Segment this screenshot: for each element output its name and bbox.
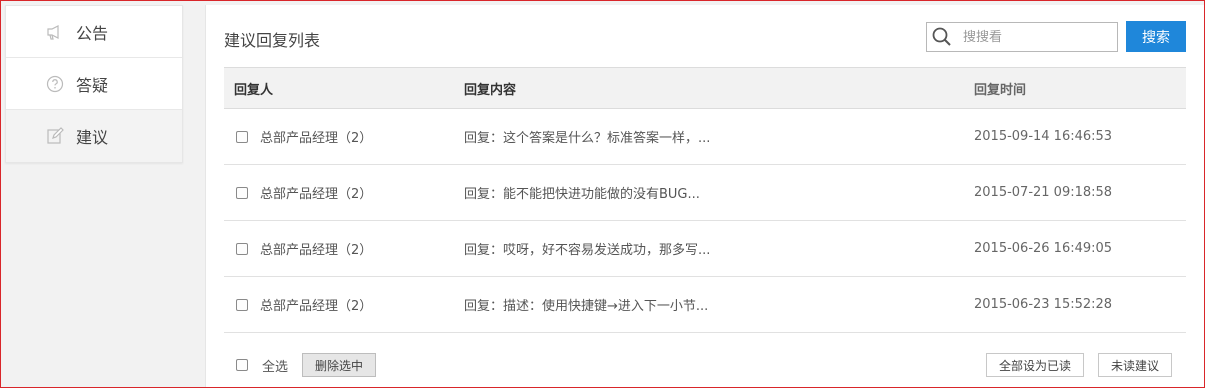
row-checkbox[interactable] xyxy=(236,298,248,311)
question-circle-icon xyxy=(46,75,64,93)
row-content[interactable]: 回复：哎呀，好不容易发送成功，那多写... xyxy=(464,239,974,258)
row-checkbox[interactable] xyxy=(236,130,248,143)
column-header-user: 回复人 xyxy=(234,82,274,98)
page-title: 建议回复列表 xyxy=(224,31,321,50)
table-row[interactable]: 总部产品经理（2） 回复：哎呀，好不容易发送成功，那多写... 2015-06-… xyxy=(224,221,1186,277)
main-panel: 建议回复列表 搜索 回复人 回复内容 回复时间 总部产品经理（2） 回复：这个答… xyxy=(205,5,1204,388)
column-header-content: 回复内容 xyxy=(464,82,517,98)
unread-suggestions-button[interactable]: 未读建议 xyxy=(1097,353,1172,377)
megaphone-icon xyxy=(46,23,64,41)
table-footer: 全选 删除选中 全部设为已读 未读建议 xyxy=(224,352,1186,378)
row-user: 总部产品经理（2） xyxy=(260,299,373,314)
footer-actions: 全部设为已读 未读建议 xyxy=(985,353,1172,377)
sidebar-item-suggestion[interactable]: 建议 xyxy=(6,110,182,162)
row-content[interactable]: 回复：能不能把快进功能做的没有BUG... xyxy=(464,183,974,202)
row-time: 2015-06-23 15:52:28 xyxy=(974,297,1113,312)
row-content[interactable]: 回复：描述：使用快捷键→进入下一小节... xyxy=(464,295,974,314)
sidebar-item-announcement[interactable]: 公告 xyxy=(6,6,182,58)
row-checkbox[interactable] xyxy=(236,186,248,199)
row-time: 2015-06-26 16:49:05 xyxy=(974,241,1113,256)
row-user: 总部产品经理（2） xyxy=(260,187,373,202)
table-row[interactable]: 总部产品经理（2） 回复：能不能把快进功能做的没有BUG... 2015-07-… xyxy=(224,165,1186,221)
select-all-label: 全选 xyxy=(262,359,289,375)
table-row[interactable]: 总部产品经理（2） 回复：这个答案是什么？标准答案一样，... 2015-09-… xyxy=(224,109,1186,165)
edit-icon xyxy=(46,127,64,145)
sidebar-item-label: 公告 xyxy=(76,23,109,43)
delete-selected-button[interactable]: 删除选中 xyxy=(302,353,377,377)
mark-all-read-button[interactable]: 全部设为已读 xyxy=(985,353,1084,377)
table-row[interactable]: 总部产品经理（2） 回复：描述：使用快捷键→进入下一小节... 2015-06-… xyxy=(224,277,1186,333)
sidebar-item-label: 建议 xyxy=(76,128,109,147)
sidebar-item-qa[interactable]: 答疑 xyxy=(6,58,182,110)
select-all-checkbox[interactable] xyxy=(236,359,248,371)
search-button[interactable]: 搜索 xyxy=(1126,21,1186,52)
search-input[interactable] xyxy=(957,24,1107,50)
row-content[interactable]: 回复：这个答案是什么？标准答案一样，... xyxy=(464,127,974,146)
row-time: 2015-07-21 09:18:58 xyxy=(974,185,1113,200)
row-user: 总部产品经理（2） xyxy=(260,243,373,258)
table-header: 回复人 回复内容 回复时间 xyxy=(224,67,1186,109)
sidebar: 公告 答疑 建议 xyxy=(5,5,183,163)
search-icon xyxy=(927,23,957,51)
column-header-time: 回复时间 xyxy=(974,82,1027,98)
sidebar-item-label: 答疑 xyxy=(76,75,109,95)
search-box[interactable] xyxy=(926,22,1118,52)
reply-table: 回复人 回复内容 回复时间 总部产品经理（2） 回复：这个答案是什么？标准答案一… xyxy=(224,67,1186,333)
row-time: 2015-09-14 16:46:53 xyxy=(974,129,1113,144)
row-user: 总部产品经理（2） xyxy=(260,131,373,146)
row-checkbox[interactable] xyxy=(236,242,248,255)
